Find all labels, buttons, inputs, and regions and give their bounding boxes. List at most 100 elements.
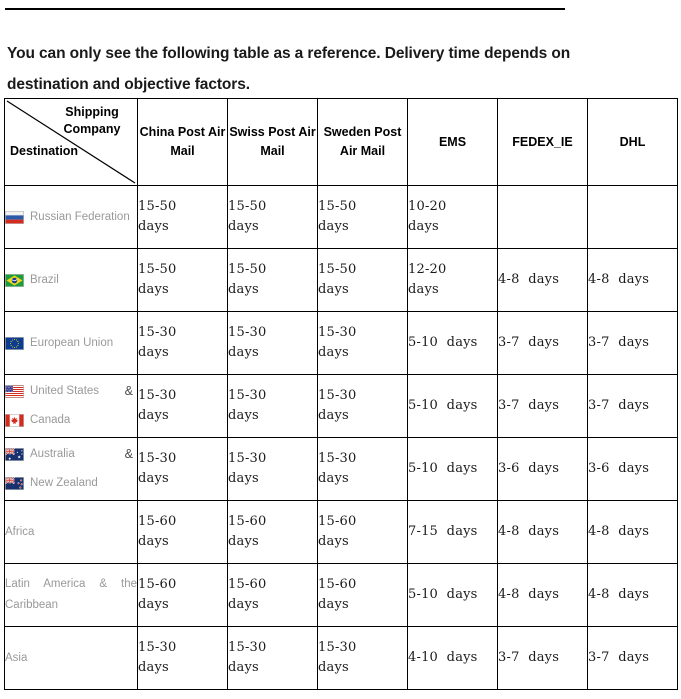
top-divider	[5, 8, 565, 10]
cell-ems: 10-20 days	[407, 185, 498, 249]
destination-cell: Latin America & the Caribbean	[4, 563, 138, 627]
flag-canada-icon	[5, 414, 24, 427]
destination-line: United States &	[5, 382, 137, 401]
destination-name: Australia	[30, 448, 75, 460]
destination-cell: European Union	[4, 311, 138, 375]
table-row: Australia & New Zealand 15-30 days 15-30 days 1…	[4, 437, 678, 501]
cell-fedex-ie	[497, 185, 588, 249]
destination-line: Brazil	[5, 271, 137, 290]
cell-china-post: 15-30 days	[137, 311, 228, 375]
cell-fedex-ie: 4-8 days	[497, 563, 588, 627]
header-corner-cell: Shipping Company Destination	[4, 98, 138, 186]
destination-cell: Russian Federation	[4, 185, 138, 249]
cell-dhl	[587, 185, 678, 249]
header-destination-label: Destination	[10, 144, 79, 158]
destination-cell: Africa	[4, 500, 138, 564]
header-shipping-company-label: Shipping Company	[63, 105, 121, 136]
cell-china-post: 15-30 days	[137, 626, 228, 690]
cell-dhl: 4-8 days	[587, 500, 678, 564]
cell-china-post: 15-30 days	[137, 374, 228, 438]
table-row: Asia 15-30 days 15-30 days 15-30 days 4-10 days…	[4, 626, 678, 690]
cell-swiss-post: 15-60 days	[227, 500, 318, 564]
cell-swiss-post: 15-60 days	[227, 563, 318, 627]
table-row: Brazil 15-50 days 15-50 days 15-50 days 12-20 da…	[4, 248, 678, 312]
cell-swiss-post: 15-50 days	[227, 248, 318, 312]
cell-fedex-ie: 3-7 days	[497, 626, 588, 690]
destination-name: Latin America & the Caribbean	[5, 578, 137, 611]
destination-name: United States	[30, 385, 100, 397]
destination-name-secondary: Canada	[30, 414, 71, 426]
destination-line: Russian Federation	[5, 208, 137, 227]
header-china-post: China Post Air Mail	[137, 98, 228, 186]
table-row: United States & Canada 15-30 days 15-30 days 15…	[4, 374, 678, 438]
destination-name: European Union	[30, 336, 114, 349]
destination-name: Africa	[5, 526, 35, 538]
cell-fedex-ie: 3-6 days	[497, 437, 588, 501]
cell-china-post: 15-30 days	[137, 437, 228, 501]
destination-line: Australia &	[5, 445, 137, 464]
cell-sweden-post: 15-50 days	[317, 248, 408, 312]
cell-swiss-post: 15-30 days	[227, 626, 318, 690]
destination-cell: Asia	[4, 626, 138, 690]
cell-sweden-post: 15-30 days	[317, 626, 408, 690]
ampersand-separator: &	[124, 447, 133, 461]
cell-dhl: 3-7 days	[587, 311, 678, 375]
cell-china-post: 15-50 days	[137, 185, 228, 249]
table-row: Africa 15-60 days 15-60 days 15-60 days 7-15 da…	[4, 500, 678, 564]
cell-china-post: 15-60 days	[137, 500, 228, 564]
cell-fedex-ie: 3-7 days	[497, 311, 588, 375]
intro-paragraph: You can only see the following table as …	[7, 44, 571, 93]
table-row: Latin America & the Caribbean 15-60 days 15…	[4, 563, 678, 627]
table-header-row: Shipping Company Destination China Post …	[4, 98, 678, 186]
ampersand-separator: &	[124, 384, 133, 398]
flag-australia-icon	[5, 448, 24, 461]
flag-brazil-icon	[5, 273, 24, 287]
destination-cell: Brazil	[4, 248, 138, 312]
header-dhl: DHL	[587, 98, 678, 186]
cell-china-post: 15-50 days	[137, 248, 228, 312]
cell-sweden-post: 15-60 days	[317, 500, 408, 564]
table-body: Russian Federation 15-50 days 15-50 days 15-5…	[4, 185, 678, 690]
cell-ems: 5-10 days	[407, 563, 498, 627]
shipping-time-table: Shipping Company Destination China Post …	[4, 98, 678, 690]
cell-ems: 5-10 days	[407, 374, 498, 438]
cell-fedex-ie: 3-7 days	[497, 374, 588, 438]
cell-sweden-post: 15-60 days	[317, 563, 408, 627]
cell-ems: 5-10 days	[407, 311, 498, 375]
table-row: Russian Federation 15-50 days 15-50 days 15-5…	[4, 185, 678, 249]
destination-name-secondary: New Zealand	[30, 477, 98, 489]
cell-dhl: 4-8 days	[587, 248, 678, 312]
destination-line: European Union	[5, 334, 137, 353]
flag-eu-icon	[5, 336, 24, 350]
cell-dhl: 3-6 days	[587, 437, 678, 501]
cell-fedex-ie: 4-8 days	[497, 248, 588, 312]
cell-ems: 4-10 days	[407, 626, 498, 690]
header-fedex-ie: FEDEX_IE	[497, 98, 588, 186]
destination-cell: Australia & New Zealand	[4, 437, 138, 501]
destination-name: Asia	[5, 652, 28, 664]
cell-china-post: 15-60 days	[137, 563, 228, 627]
cell-dhl: 3-7 days	[587, 626, 678, 690]
destination-cell: United States & Canada	[4, 374, 138, 438]
cell-swiss-post: 15-30 days	[227, 374, 318, 438]
cell-ems: 5-10 days	[407, 437, 498, 501]
table-row: European Union 15-30 days 15-30 days 15-30 day…	[4, 311, 678, 375]
cell-swiss-post: 15-30 days	[227, 311, 318, 375]
cell-sweden-post: 15-30 days	[317, 374, 408, 438]
header-swiss-post: Swiss Post Air Mail	[227, 98, 318, 186]
cell-dhl: 4-8 days	[587, 563, 678, 627]
cell-sweden-post: 15-50 days	[317, 185, 408, 249]
header-ems: EMS	[407, 98, 498, 186]
flag-newzealand-icon	[5, 477, 24, 490]
destination-line-secondary: New Zealand	[5, 474, 137, 493]
destination-line-secondary: Canada	[5, 411, 137, 430]
cell-sweden-post: 15-30 days	[317, 437, 408, 501]
cell-dhl: 3-7 days	[587, 374, 678, 438]
cell-swiss-post: 15-50 days	[227, 185, 318, 249]
destination-name: Brazil	[30, 273, 59, 286]
cell-ems: 12-20 days	[407, 248, 498, 312]
destination-name: Russian Federation	[30, 210, 130, 223]
cell-fedex-ie: 4-8 days	[497, 500, 588, 564]
cell-ems: 7-15 days	[407, 500, 498, 564]
cell-swiss-post: 15-30 days	[227, 437, 318, 501]
